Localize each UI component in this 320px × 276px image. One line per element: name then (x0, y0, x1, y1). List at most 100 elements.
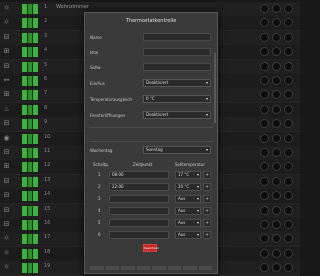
device-action-button[interactable] (272, 119, 281, 129)
chevron-down-icon: ▾ (196, 232, 199, 237)
device-action-button[interactable] (284, 32, 293, 42)
slot-add-button[interactable]: + (203, 195, 211, 203)
slot-add-button[interactable]: + (203, 171, 211, 179)
device-action-button[interactable] (260, 133, 269, 143)
device-action-button[interactable] (284, 90, 293, 100)
device-action-button[interactable] (284, 18, 293, 28)
device-action-button[interactable] (272, 191, 281, 201)
slot-temp-select[interactable]: Aus ▾ (175, 219, 201, 227)
device-action-button[interactable] (260, 4, 269, 13)
compensation-select[interactable]: 0 °C ▾ (143, 95, 211, 103)
name-field[interactable] (143, 33, 211, 41)
device-action-button[interactable] (272, 4, 281, 13)
weekday-select[interactable]: Sonntag ▾ (143, 146, 211, 154)
slot-time-input[interactable] (109, 231, 169, 239)
device-action-button[interactable] (260, 148, 269, 157)
actual-field[interactable] (143, 48, 211, 56)
device-name: Wohnzimmer (56, 4, 89, 10)
device-action-button[interactable] (260, 162, 269, 172)
level-bars (22, 133, 39, 144)
device-action-button[interactable] (284, 248, 293, 258)
device-action-button[interactable] (260, 248, 269, 258)
device-action-button[interactable] (272, 104, 281, 114)
device-action-button[interactable] (284, 61, 293, 71)
device-action-button[interactable] (260, 119, 269, 129)
device-action-button[interactable] (260, 90, 269, 100)
device-action-button[interactable] (272, 90, 281, 100)
device-action-button[interactable] (284, 148, 293, 157)
device-action-button[interactable] (272, 32, 281, 42)
device-action-button[interactable] (284, 162, 293, 172)
scrollbar[interactable] (214, 53, 216, 123)
device-action-button[interactable] (260, 263, 269, 273)
device-action-button[interactable] (260, 18, 269, 28)
device-action-button[interactable] (260, 61, 269, 71)
slot-time-input[interactable]: 22:00 (109, 183, 169, 191)
slot-temp-select[interactable]: 20 °C ▾ (175, 183, 201, 191)
device-action-button[interactable] (260, 205, 269, 215)
device-action-button[interactable] (272, 148, 281, 157)
device-action-button[interactable] (284, 176, 293, 186)
save-button[interactable]: Speichern (143, 244, 159, 252)
device-action-button[interactable] (260, 47, 269, 57)
slot-time-input[interactable] (109, 207, 169, 215)
slot-time-input[interactable]: 08:00 (109, 171, 169, 179)
device-action-button[interactable] (272, 248, 281, 258)
slot-add-button[interactable]: + (203, 183, 211, 191)
device-number: 8 (44, 104, 48, 111)
device-type-icon: ⊟ (3, 32, 10, 41)
device-action-button[interactable] (272, 162, 281, 172)
device-action-button[interactable] (260, 104, 269, 114)
device-action-button[interactable] (260, 220, 269, 229)
device-action-button[interactable] (272, 133, 281, 143)
window-select[interactable]: Deaktiviert ▾ (143, 111, 211, 119)
device-action-button[interactable] (260, 191, 269, 201)
device-action-button[interactable] (284, 4, 293, 13)
slot-time-input[interactable] (109, 195, 169, 203)
device-action-button[interactable] (284, 263, 293, 273)
device-action-button[interactable] (284, 104, 293, 114)
slot-time-input[interactable] (109, 219, 169, 227)
device-action-button[interactable] (284, 205, 293, 215)
slot-temp-select[interactable]: Aus ▾ (175, 195, 201, 203)
level-bars (22, 32, 39, 43)
on-off-value: Deaktiviert (146, 80, 169, 85)
device-action-button[interactable] (260, 176, 269, 186)
device-action-button[interactable] (272, 76, 281, 85)
device-action-button[interactable] (260, 32, 269, 42)
device-action-button[interactable] (284, 220, 293, 229)
device-action-button[interactable] (284, 191, 293, 201)
slot-add-button[interactable]: + (203, 219, 211, 227)
on-off-select[interactable]: Deaktiviert ▾ (143, 79, 211, 87)
device-action-button[interactable] (272, 176, 281, 186)
level-bars (22, 263, 39, 274)
device-action-button[interactable] (272, 18, 281, 28)
slot-temp-select[interactable]: Aus ▾ (175, 231, 201, 239)
device-action-button[interactable] (272, 205, 281, 215)
device-action-button[interactable] (272, 263, 281, 273)
device-action-button[interactable] (284, 133, 293, 143)
window-value: Deaktiviert (146, 112, 169, 117)
device-number: 12 (44, 162, 51, 169)
chevron-down-icon: ▾ (196, 196, 199, 201)
device-action-button[interactable] (272, 61, 281, 71)
device-action-button[interactable] (284, 234, 293, 244)
slot-temp-select[interactable]: 17 °C ▾ (175, 171, 201, 179)
device-action-button[interactable] (260, 234, 269, 244)
device-number: 6 (44, 76, 48, 82)
device-action-button[interactable] (284, 47, 293, 57)
device-type-icon: ☼ (3, 18, 10, 27)
device-action-button[interactable] (272, 234, 281, 244)
compensation-value: 0 °C (146, 96, 155, 101)
device-action-button[interactable] (272, 47, 281, 57)
device-action-button[interactable] (272, 220, 281, 229)
device-action-button[interactable] (284, 76, 293, 85)
setpoint-field[interactable] (143, 63, 211, 71)
slot-add-button[interactable]: + (203, 207, 211, 215)
level-bars (22, 61, 39, 72)
slot-temp-select[interactable]: Aus ▾ (175, 207, 201, 215)
slot-add-button[interactable]: + (203, 231, 211, 239)
device-action-button[interactable] (284, 119, 293, 129)
device-action-button[interactable] (260, 76, 269, 85)
compensation-label: Temperaturausgleich (90, 97, 132, 102)
